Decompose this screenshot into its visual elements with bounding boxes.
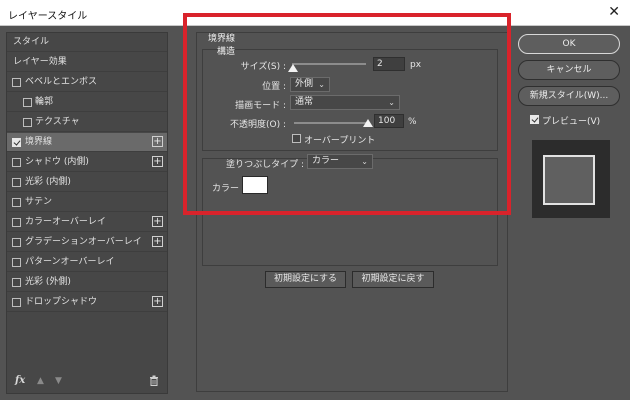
- style-item-checkbox[interactable]: [23, 98, 32, 107]
- highlight-box: [183, 13, 511, 215]
- style-item[interactable]: シャドウ (内側) +: [7, 153, 167, 172]
- style-item-label: ドロップシャドウ: [25, 297, 98, 307]
- style-item[interactable]: ベベルとエンボス: [7, 73, 167, 92]
- move-down-icon[interactable]: ▼: [55, 376, 62, 386]
- styles-footer: fx ▲ ▼: [7, 371, 167, 393]
- style-item[interactable]: レイヤー効果: [7, 53, 167, 72]
- style-item[interactable]: 輪郭: [7, 93, 167, 112]
- plus-icon[interactable]: +: [152, 156, 163, 167]
- style-item-checkbox[interactable]: [12, 78, 21, 87]
- style-item[interactable]: 光彩 (内側): [7, 173, 167, 192]
- style-item-label: 光彩 (内側): [25, 177, 71, 187]
- style-item-checkbox[interactable]: [12, 278, 21, 287]
- trash-icon[interactable]: [149, 375, 159, 389]
- style-item-checkbox[interactable]: [12, 238, 21, 247]
- move-up-icon[interactable]: ▲: [37, 376, 44, 386]
- style-item-label: シャドウ (内側): [25, 157, 89, 167]
- style-item-label: ベベルとエンボス: [25, 77, 98, 87]
- style-item-label: レイヤー効果: [13, 57, 67, 67]
- style-item-label: グラデーションオーバーレイ: [25, 237, 142, 247]
- style-item-label: 光彩 (外側): [25, 277, 71, 287]
- preview-label: プレビュー(V): [542, 117, 601, 127]
- style-item-label: サテン: [25, 197, 53, 207]
- preview-swatch: [543, 155, 595, 205]
- style-item-checkbox[interactable]: [12, 198, 21, 207]
- style-item[interactable]: 境界線 +: [7, 133, 167, 152]
- style-item-label: 輪郭: [35, 97, 54, 107]
- style-item-label: パターンオーバーレイ: [25, 257, 115, 267]
- fx-icon[interactable]: fx: [15, 375, 25, 386]
- style-item-checkbox[interactable]: [12, 158, 21, 167]
- style-item[interactable]: グラデーションオーバーレイ +: [7, 233, 167, 252]
- style-item[interactable]: テクスチャ: [7, 113, 167, 132]
- style-item-checkbox[interactable]: [12, 178, 21, 187]
- plus-icon[interactable]: +: [152, 136, 163, 147]
- style-item-label: テクスチャ: [35, 117, 80, 127]
- plus-icon[interactable]: +: [152, 236, 163, 247]
- cancel-button[interactable]: キャンセル: [518, 60, 620, 80]
- style-item[interactable]: 光彩 (外側): [7, 273, 167, 292]
- preview-checkbox[interactable]: [530, 115, 539, 124]
- style-item-checkbox[interactable]: [12, 298, 21, 307]
- style-item[interactable]: パターンオーバーレイ: [7, 253, 167, 272]
- make-default-button[interactable]: 初期設定にする: [265, 271, 346, 288]
- ok-button[interactable]: OK: [518, 34, 620, 54]
- style-item-checkbox[interactable]: [23, 118, 32, 127]
- style-item[interactable]: スタイル: [7, 33, 167, 52]
- new-style-button[interactable]: 新規スタイル(W)...: [518, 86, 620, 106]
- style-item[interactable]: サテン: [7, 193, 167, 212]
- style-item-label: 境界線: [25, 137, 53, 147]
- styles-list: スタイルレイヤー効果ベベルとエンボス輪郭テクスチャ境界線 + シャドウ (内側) + 光…: [6, 32, 168, 394]
- style-item-checkbox[interactable]: [12, 258, 21, 267]
- style-item-label: カラーオーバーレイ: [25, 217, 106, 227]
- style-item[interactable]: ドロップシャドウ +: [7, 293, 167, 312]
- style-item[interactable]: カラーオーバーレイ +: [7, 213, 167, 232]
- reset-default-button[interactable]: 初期設定に戻す: [352, 271, 434, 288]
- style-item-label: スタイル: [13, 37, 50, 47]
- style-item-checkbox[interactable]: [12, 218, 21, 227]
- close-icon[interactable]: ✕: [608, 4, 620, 20]
- plus-icon[interactable]: +: [152, 296, 163, 307]
- plus-icon[interactable]: +: [152, 216, 163, 227]
- style-item-checkbox[interactable]: [12, 138, 21, 147]
- window-title: レイヤースタイル: [8, 11, 88, 22]
